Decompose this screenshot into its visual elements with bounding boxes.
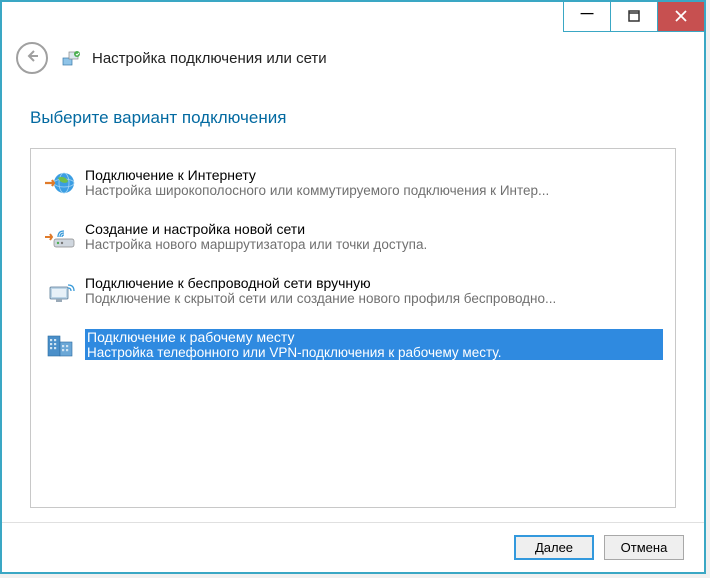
back-button[interactable] bbox=[16, 42, 48, 74]
footer: Далее Отмена bbox=[2, 522, 704, 572]
titlebar: ─ bbox=[2, 2, 704, 32]
close-button[interactable] bbox=[657, 2, 704, 32]
option-desc: Настройка широкополосного или коммутируе… bbox=[85, 183, 663, 198]
back-icon bbox=[24, 48, 40, 69]
maximize-icon bbox=[628, 10, 640, 24]
wizard-window: ─ Настройка подключения и bbox=[0, 0, 706, 574]
option-title: Подключение к беспроводной сети вручную bbox=[85, 275, 663, 291]
minimize-icon: ─ bbox=[581, 4, 594, 22]
options-list: Подключение к Интернету Настройка широко… bbox=[30, 148, 676, 508]
header: Настройка подключения или сети bbox=[2, 32, 704, 90]
option-internet[interactable]: Подключение к Интернету Настройка широко… bbox=[39, 161, 667, 205]
option-desc: Настройка нового маршрутизатора или точк… bbox=[85, 237, 663, 252]
maximize-button[interactable] bbox=[610, 2, 657, 32]
page-heading: Выберите вариант подключения bbox=[30, 108, 676, 128]
option-desc: Настройка телефонного или VPN-подключени… bbox=[85, 345, 663, 360]
router-icon bbox=[43, 221, 79, 253]
body: Выберите вариант подключения Подключение… bbox=[2, 90, 704, 522]
wireless-icon bbox=[43, 275, 79, 307]
next-button[interactable]: Далее bbox=[514, 535, 594, 560]
network-wizard-icon bbox=[62, 49, 82, 67]
close-icon bbox=[675, 10, 687, 24]
building-icon bbox=[43, 329, 79, 361]
option-title: Подключение к рабочему месту bbox=[85, 329, 663, 345]
option-title: Создание и настройка новой сети bbox=[85, 221, 663, 237]
option-title: Подключение к Интернету bbox=[85, 167, 663, 183]
option-new-network[interactable]: Создание и настройка новой сети Настройк… bbox=[39, 215, 667, 259]
option-workplace[interactable]: Подключение к рабочему месту Настройка т… bbox=[39, 323, 667, 367]
minimize-button[interactable]: ─ bbox=[563, 2, 610, 32]
option-desc: Подключение к скрытой сети или создание … bbox=[85, 291, 663, 306]
cancel-button[interactable]: Отмена bbox=[604, 535, 684, 560]
globe-icon bbox=[43, 167, 79, 199]
wizard-title: Настройка подключения или сети bbox=[92, 50, 327, 67]
option-wireless-manual[interactable]: Подключение к беспроводной сети вручную … bbox=[39, 269, 667, 313]
